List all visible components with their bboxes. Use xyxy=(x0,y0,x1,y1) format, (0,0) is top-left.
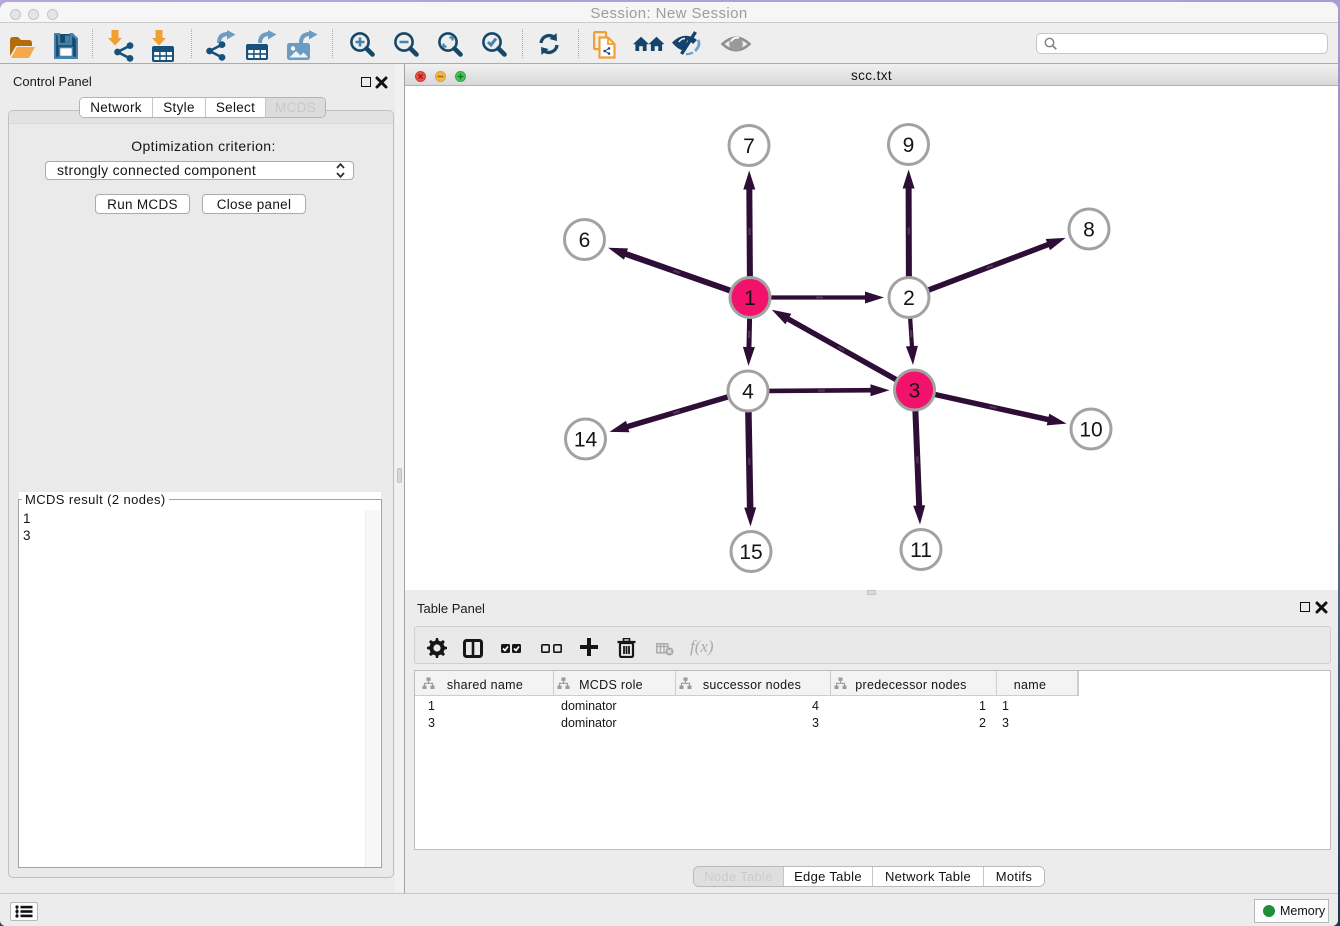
svg-text:10: 10 xyxy=(1079,419,1102,442)
svg-text:15: 15 xyxy=(739,541,762,564)
svg-text:1: 1 xyxy=(744,287,756,310)
svg-text:4: 4 xyxy=(742,381,754,404)
svg-text:9: 9 xyxy=(903,134,915,157)
svg-text:6: 6 xyxy=(579,229,591,252)
svg-text:2: 2 xyxy=(903,287,915,310)
svg-text:11: 11 xyxy=(910,539,932,562)
svg-text:3: 3 xyxy=(909,380,921,403)
svg-text:14: 14 xyxy=(574,429,598,452)
svg-text:8: 8 xyxy=(1083,219,1095,242)
svg-text:7: 7 xyxy=(743,135,755,158)
